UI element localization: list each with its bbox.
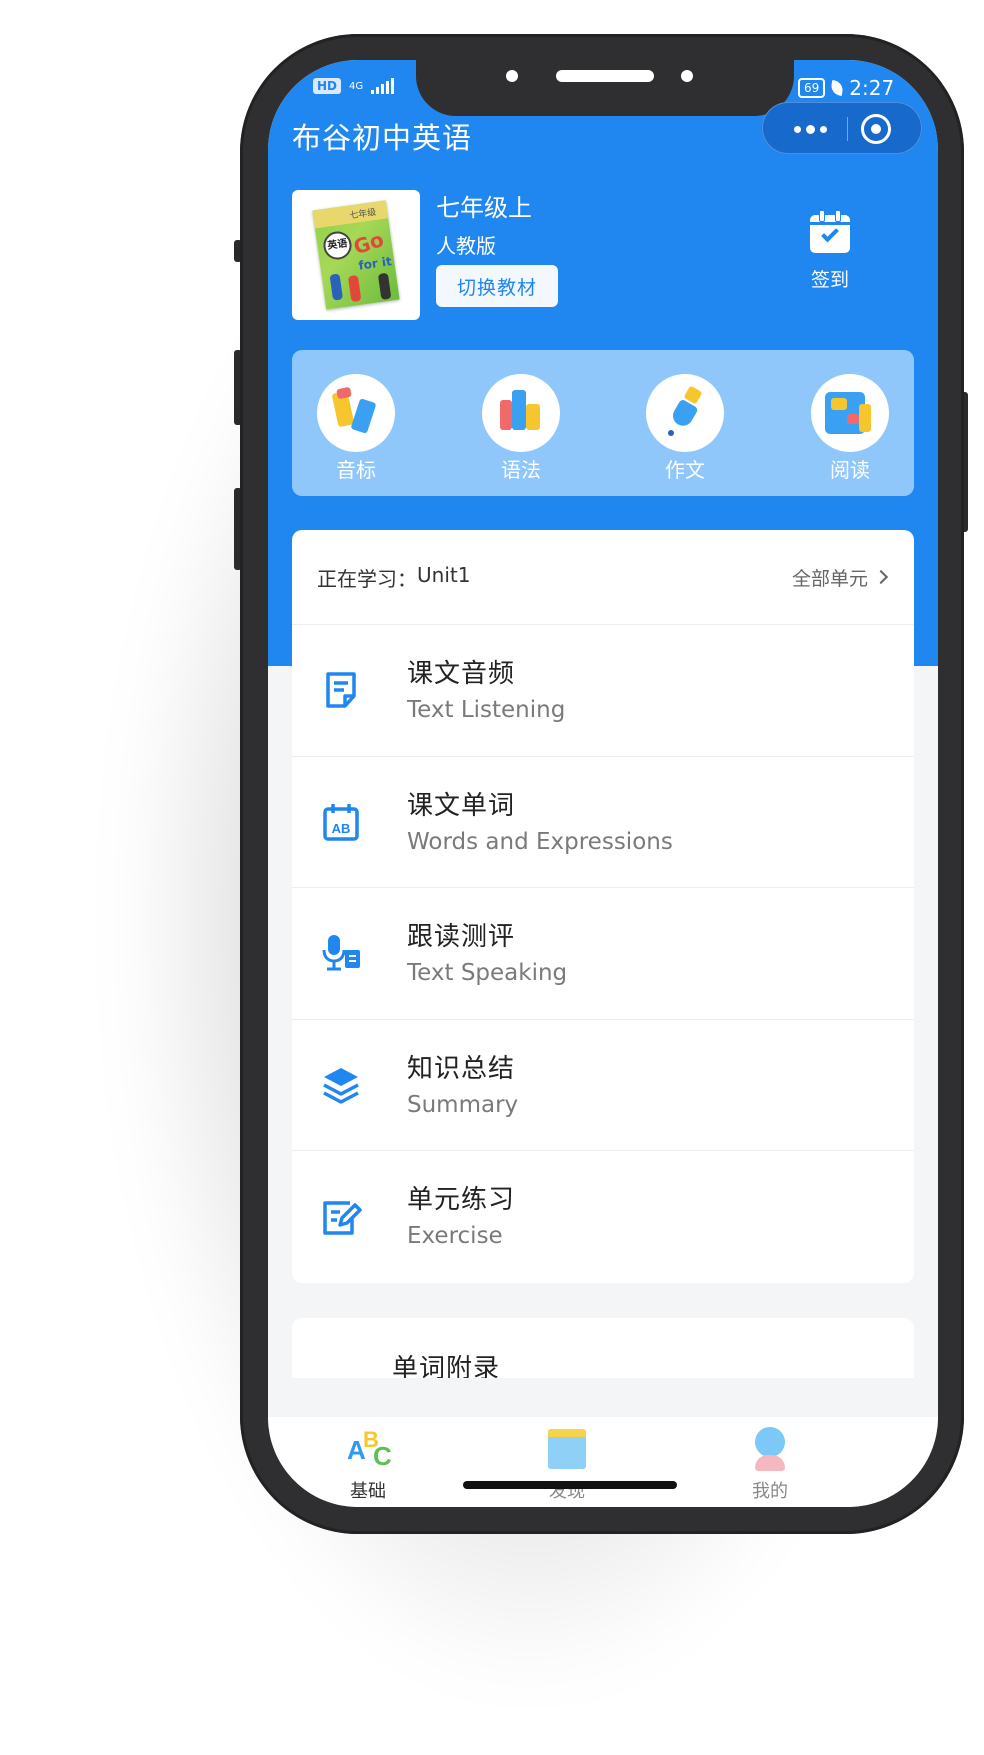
tab-label: 我的 — [752, 1481, 788, 1502]
lesson-subtitle: Text Speaking — [407, 960, 568, 986]
notch — [416, 60, 794, 116]
leaf-icon — [830, 80, 845, 96]
lesson-subtitle: Exercise — [407, 1223, 503, 1249]
tab-mine[interactable]: 我的 — [720, 1427, 820, 1503]
textbook-cover-card[interactable]: 七年级 英语 Go for it — [292, 190, 420, 320]
textbook-cover: 七年级 英语 Go for it — [312, 200, 400, 310]
feature-label: 作文 — [665, 458, 705, 482]
lesson-title: 知识总结 — [407, 1053, 516, 1084]
lesson-speaking[interactable]: 跟读测评 Text Speaking — [292, 888, 914, 1020]
battery-icon: 69 — [798, 78, 826, 98]
edit-icon — [323, 1201, 362, 1235]
tab-label: 基础 — [350, 1481, 386, 1502]
chevron-right-icon — [873, 569, 889, 585]
capsule-divider — [847, 117, 848, 141]
checkin-button[interactable]: 签到 — [806, 210, 854, 292]
more-dots-icon[interactable] — [785, 103, 835, 155]
network-type: 4G — [349, 80, 364, 92]
lesson-words[interactable]: AB 课文单词 Words and Expressions — [292, 757, 914, 888]
sensor — [681, 70, 693, 82]
status-time: 2:27 — [849, 76, 895, 100]
unit-card: 正在学习： Unit1 全部单元 课文音频 Text Listening AB … — [292, 530, 914, 1283]
miniprogram-capsule — [762, 102, 922, 154]
cover-badge: 英语 — [321, 229, 354, 262]
microphone-icon — [322, 935, 360, 971]
switch-textbook-button[interactable]: 切换教材 — [436, 265, 558, 307]
feature-label: 阅读 — [830, 458, 870, 482]
lesson-title: 单元练习 — [407, 1185, 516, 1215]
current-unit-name: Unit1 — [417, 562, 471, 587]
current-unit: 正在学习： Unit1 — [317, 563, 470, 592]
feature-writing[interactable]: 作文 — [645, 374, 725, 483]
layers-icon — [323, 1067, 359, 1104]
lesson-text-listening[interactable]: 课文音频 Text Listening — [292, 625, 914, 757]
tab-basic[interactable]: A B C 基础 — [318, 1427, 418, 1503]
status-bar-right: 69 2:27 — [798, 76, 894, 100]
lesson-title: 课文单词 — [407, 790, 516, 821]
feature-label: 音标 — [336, 458, 376, 482]
unit-header: 正在学习： Unit1 全部单元 — [292, 530, 914, 625]
lesson-subtitle: Summary — [407, 1091, 519, 1118]
tab-discover[interactable]: 发现 — [517, 1427, 617, 1503]
all-units-label: 全部单元 — [791, 567, 868, 590]
appendix-card[interactable]: 单词附录 — [292, 1318, 914, 1378]
status-bar-left: HD 4G — [313, 78, 395, 94]
feature-grid: 音标 语法 作文 阅读 — [292, 350, 914, 496]
user-icon — [745, 1427, 795, 1471]
phonetics-icon — [317, 374, 395, 452]
phone-screen: HD 4G 69 2:27 布谷初中英语 七年级 英语 Go for it 七年… — [268, 60, 938, 1507]
textbook-edition: 人教版 — [436, 234, 496, 258]
cover-go: Go — [350, 227, 387, 260]
feature-grammar[interactable]: 语法 — [481, 374, 561, 483]
grammar-icon — [482, 374, 560, 452]
svg-text:AB: AB — [332, 821, 351, 836]
app-title: 布谷初中英语 — [292, 121, 473, 155]
lesson-summary[interactable]: 知识总结 Summary — [292, 1020, 914, 1151]
document-icon — [326, 672, 356, 708]
lesson-subtitle: Words and Expressions — [407, 828, 673, 855]
front-camera — [506, 70, 518, 82]
tab-bar: A B C 基础 发现 我的 — [268, 1417, 938, 1507]
calendar-check-icon — [810, 210, 850, 253]
checkin-label: 签到 — [810, 269, 849, 291]
signal-icon — [371, 78, 395, 94]
ab-calendar-icon: AB — [323, 803, 359, 841]
writing-icon — [646, 374, 724, 452]
home-indicator[interactable] — [463, 1481, 677, 1489]
target-close-icon[interactable] — [861, 114, 891, 144]
all-units-link[interactable]: 全部单元 — [791, 564, 889, 591]
lesson-title: 跟读测评 — [407, 922, 516, 952]
reading-icon — [811, 374, 889, 452]
textbook-grade: 七年级上 — [436, 194, 532, 222]
hd-badge: HD — [313, 78, 342, 94]
abc-icon: A B C — [347, 1427, 392, 1471]
earpiece-speaker — [556, 70, 654, 82]
appendix-title: 单词附录 — [392, 1354, 501, 1378]
lesson-title: 课文音频 — [407, 659, 516, 689]
feature-reading[interactable]: 阅读 — [810, 374, 890, 483]
feature-label: 语法 — [501, 458, 541, 482]
lesson-subtitle: Text Listening — [407, 697, 566, 723]
book-icon — [542, 1427, 592, 1471]
current-unit-prefix: 正在学习： — [317, 566, 417, 591]
lesson-exercise[interactable]: 单元练习 Exercise — [292, 1151, 914, 1283]
feature-phonetics[interactable]: 音标 — [316, 374, 396, 483]
